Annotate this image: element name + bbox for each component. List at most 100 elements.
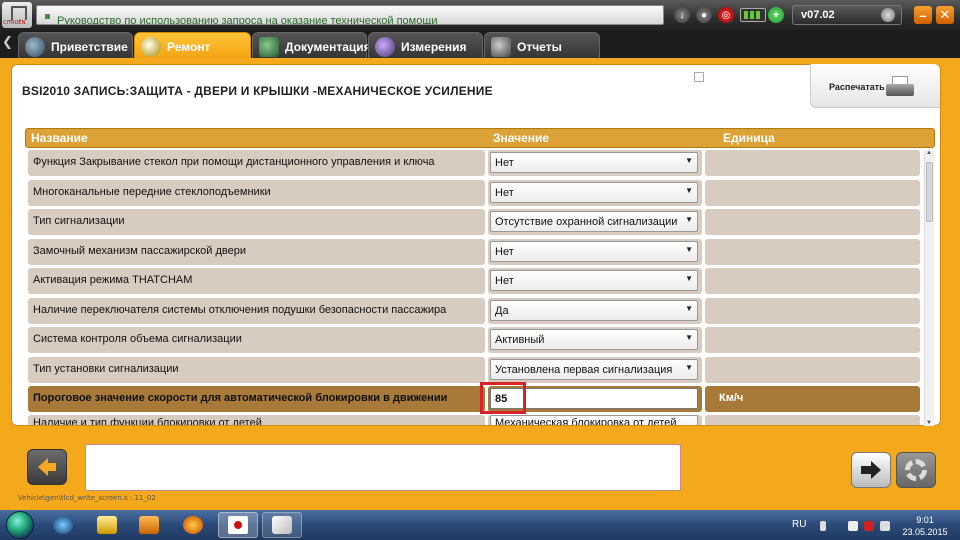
tab-welcome[interactable]: Приветствие bbox=[18, 32, 133, 60]
value-select[interactable]: Нет ▼ bbox=[490, 241, 698, 262]
tray-volume-icon[interactable] bbox=[880, 521, 890, 531]
select-value: Механическая блокировка от детей bbox=[495, 417, 677, 425]
select-value: Нет bbox=[495, 275, 514, 287]
user-icon[interactable]: ● bbox=[696, 7, 712, 23]
language-indicator[interactable]: RU bbox=[792, 519, 806, 530]
tray-network-icon[interactable] bbox=[864, 521, 874, 531]
row-name: Система контроля объема сигнализации bbox=[28, 327, 485, 353]
taskbar-paint[interactable] bbox=[262, 512, 302, 538]
version-knob-icon[interactable] bbox=[881, 8, 895, 22]
table-row[interactable]: Наличие и тип функции блокировки от дете… bbox=[28, 415, 920, 425]
row-value-cell: Активный ▼ bbox=[488, 327, 702, 353]
taskbar-ie[interactable] bbox=[44, 512, 82, 538]
print-button[interactable]: Распечатать bbox=[810, 64, 940, 108]
firefox-icon bbox=[183, 516, 203, 534]
taskbar-diagbox[interactable] bbox=[218, 512, 258, 538]
taskbar: RU 9:01 23.05.2015 bbox=[0, 510, 960, 540]
value-select[interactable]: Да ▼ bbox=[490, 300, 698, 321]
option-checkbox[interactable] bbox=[694, 72, 704, 82]
value-select[interactable]: Механическая блокировка от детей bbox=[490, 415, 698, 425]
battery-icon bbox=[740, 8, 766, 22]
row-value-cell: Установлена первая сигнализация ▼ bbox=[488, 357, 702, 383]
plus-icon[interactable]: + bbox=[768, 7, 784, 23]
tab-reports[interactable]: Отчеты bbox=[484, 32, 600, 60]
arrow-left-icon bbox=[38, 458, 56, 476]
row-unit bbox=[705, 209, 920, 235]
scroll-up-icon[interactable]: ▲ bbox=[926, 150, 932, 156]
row-value-cell: Нет ▼ bbox=[488, 180, 702, 206]
close-button[interactable]: ✕ bbox=[936, 6, 954, 24]
row-name: Функция Закрывание стекол при помощи дис… bbox=[28, 150, 485, 176]
wave-icon bbox=[375, 36, 395, 57]
screen-path: Vehicle\gen\tlcd_write_screen.s : 11_02 bbox=[18, 494, 156, 502]
tab-documentation[interactable]: Документация bbox=[252, 32, 371, 60]
select-value: Нет bbox=[495, 246, 514, 258]
value-select[interactable]: Установлена первая сигнализация ▼ bbox=[490, 359, 698, 380]
value-select[interactable]: Отсутствие охранной сигнализации ▼ bbox=[490, 211, 698, 232]
row-name: Многоканальные передние стеклоподъемники bbox=[28, 180, 485, 206]
next-button[interactable] bbox=[851, 452, 891, 488]
taskbar-media-player[interactable] bbox=[130, 512, 168, 538]
tray-device-icon[interactable] bbox=[820, 521, 826, 531]
row-unit bbox=[705, 357, 920, 383]
help-title-field[interactable]: Руководство по использованию запроса на … bbox=[36, 5, 664, 25]
table-row[interactable]: Замочный механизм пассажирской двери Нет… bbox=[28, 239, 920, 265]
help-title-text: Руководство по использованию запроса на … bbox=[57, 15, 438, 25]
table-scrollbar[interactable]: ▲ ▼ bbox=[924, 150, 934, 426]
select-value: Активный bbox=[495, 334, 545, 346]
row-unit bbox=[705, 298, 920, 324]
select-value: Да bbox=[495, 305, 509, 317]
print-label: Распечатать bbox=[829, 82, 885, 92]
clock[interactable]: 9:01 23.05.2015 bbox=[900, 514, 950, 538]
book-icon bbox=[259, 36, 279, 57]
back-button[interactable] bbox=[27, 449, 67, 485]
table-row[interactable]: Активация режима THATCHAM Нет ▼ bbox=[28, 268, 920, 294]
tray-flag-icon[interactable] bbox=[848, 521, 858, 531]
chevron-down-icon: ▼ bbox=[685, 156, 693, 165]
table-header: Название Значение Единица bbox=[25, 128, 935, 148]
row-name: Замочный механизм пассажирской двери bbox=[28, 239, 485, 265]
row-unit bbox=[705, 327, 920, 353]
taskbar-explorer[interactable] bbox=[88, 512, 126, 538]
chevron-down-icon: ▼ bbox=[685, 245, 693, 254]
table-row-selected[interactable]: Пороговое значение скорости для автомати… bbox=[28, 386, 920, 412]
tab-repair[interactable]: Ремонт bbox=[134, 32, 251, 60]
arrow-right-icon bbox=[861, 461, 881, 479]
minimize-button[interactable]: – bbox=[914, 6, 932, 24]
tab-measurements[interactable]: Измерения bbox=[368, 32, 483, 60]
tab-label: Приветствие bbox=[51, 39, 128, 54]
value-select[interactable]: Нет ▼ bbox=[490, 182, 698, 203]
table-row[interactable]: Многоканальные передние стеклоподъемники… bbox=[28, 180, 920, 206]
taskbar-firefox[interactable] bbox=[174, 512, 212, 538]
row-value-cell: Нет ▼ bbox=[488, 268, 702, 294]
row-unit: Км/ч bbox=[705, 386, 920, 412]
highlight-annotation bbox=[480, 382, 526, 414]
settings-button[interactable] bbox=[896, 452, 936, 488]
row-unit bbox=[705, 268, 920, 294]
table-row[interactable]: Тип сигнализации Отсутствие охранной сиг… bbox=[28, 209, 920, 235]
chevron-down-icon: ▼ bbox=[685, 304, 693, 313]
row-value-cell: Механическая блокировка от детей bbox=[488, 415, 702, 425]
target-icon[interactable]: ◎ bbox=[718, 7, 734, 23]
clock-time: 9:01 bbox=[916, 515, 934, 525]
row-unit bbox=[705, 239, 920, 265]
start-button[interactable] bbox=[6, 511, 34, 539]
version-label: v07.02 bbox=[801, 9, 835, 21]
tab-bar: ❮ Приветствие Ремонт Документация Измере… bbox=[0, 30, 960, 60]
header-value: Значение bbox=[493, 131, 550, 145]
citroen-logo-icon bbox=[2, 2, 32, 28]
tab-scroll-left-icon[interactable]: ❮ bbox=[2, 34, 18, 58]
value-select[interactable]: Нет ▼ bbox=[490, 270, 698, 291]
row-name: Наличие переключателя системы отключения… bbox=[28, 298, 485, 324]
value-select[interactable]: Активный ▼ bbox=[490, 329, 698, 350]
table-row[interactable]: Тип установки сигнализации Установлена п… bbox=[28, 357, 920, 383]
table-row[interactable]: Наличие переключателя системы отключения… bbox=[28, 298, 920, 324]
printer-icon[interactable] bbox=[886, 76, 914, 100]
table-row[interactable]: Функция Закрывание стекол при помощи дис… bbox=[28, 150, 920, 176]
status-dot-icon bbox=[45, 14, 50, 19]
table-row[interactable]: Система контроля объема сигнализации Акт… bbox=[28, 327, 920, 353]
value-select[interactable]: Нет ▼ bbox=[490, 152, 698, 173]
scroll-down-icon[interactable]: ▼ bbox=[926, 420, 932, 426]
scroll-thumb[interactable] bbox=[926, 162, 933, 222]
download-icon[interactable]: ↓ bbox=[674, 7, 690, 23]
